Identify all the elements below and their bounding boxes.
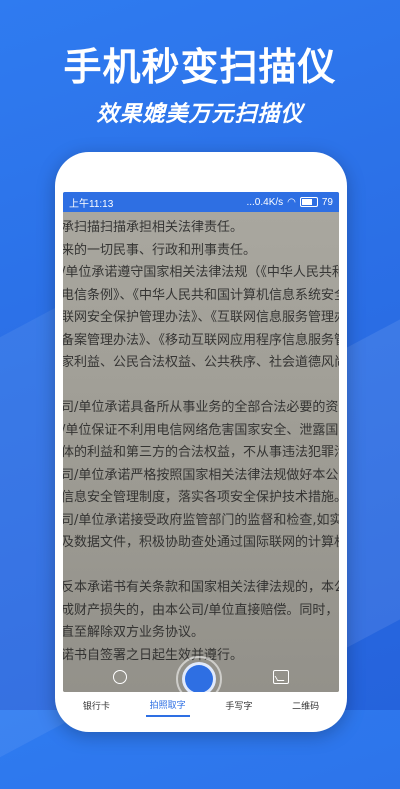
- document-line: 直至解除双方业务协议。: [63, 625, 205, 640]
- subheadline: 效果媲美万元扫描仪: [96, 101, 304, 126]
- status-time: 上午11:13: [69, 198, 114, 210]
- document-line: 联网安全保护管理办法》、《互联网信息服务管理办法》: [63, 310, 339, 325]
- document-line: 及数据文件，积极协助查处通过国际联网的计算机信息网: [63, 535, 339, 550]
- document-line: 体的利益和第三方的合法权益，不从事违法犯罪活动。: [63, 445, 339, 460]
- battery-icon: [299, 197, 318, 207]
- document-line: /单位承诺遵守国家相关法律法规（《中华人民共和国: [63, 265, 339, 280]
- tab-bank-card[interactable]: 银行卡: [79, 695, 114, 716]
- wifi-icon: ◠: [287, 196, 296, 208]
- flash-icon[interactable]: [113, 670, 127, 684]
- shutter-button[interactable]: [182, 662, 216, 692]
- document-line: 来的一切民事、行政和刑事责任。: [63, 242, 257, 258]
- document-line: 承扫描扫描承担相关法律责任。: [63, 220, 244, 235]
- document-line: 电信条例》、《中华人民共和国计算机信息系统安全保护: [63, 287, 339, 303]
- phone-mockup: 承扫描扫描承担相关法律责任。 来的一切民事、行政和刑事责任。 /单位承诺遵守国家相关…: [55, 152, 347, 732]
- document-line: /单位保证不利用电信网络危害国家安全、泄露国家秘: [63, 422, 339, 438]
- document-line: 司/单位承诺具备所从事业务的全部合法必要的资质条件。: [63, 400, 339, 415]
- document-line: 诺书自签署之日起生效并遵行。: [63, 647, 244, 663]
- tab-handwriting[interactable]: 手写字: [221, 695, 256, 716]
- network-speed: ...0.4K/s: [246, 196, 284, 208]
- mode-tabbar: 银行卡 拍照取字 手写字 二维码: [63, 692, 339, 718]
- document-line: 信息安全管理制度，落实各项安全保护技术措施。: [63, 490, 339, 505]
- document-line: 成财产损失的，由本公司/单位直接赔偿。同时，贵单位有: [63, 602, 339, 618]
- headline: 手机秒变扫描仪: [63, 47, 337, 89]
- document-line: 司/单位承诺严格按照国家相关法律法规做好本公司/单位: [63, 467, 339, 483]
- document-line: 家利益、公民合法权益、公共秩序、社会道德风尚和信: [63, 355, 339, 370]
- document-line: 反本承诺书有关条款和国家相关法律法规的，本公司/单位: [63, 580, 339, 595]
- scanned-document: 承扫描扫描承担相关法律责任。 来的一切民事、行政和刑事责任。 /单位承诺遵守国家相关…: [63, 212, 339, 692]
- document-line: 司/单位承诺接受政府监管部门的监督和检查,如实主动提: [63, 512, 339, 528]
- document-line: 备案管理办法》、《移动互联网应用程序信息服务管理: [63, 332, 339, 348]
- battery-level: 79: [321, 196, 333, 208]
- camera-preview: 承扫描扫描承担相关法律责任。 来的一切民事、行政和刑事责任。 /单位承诺遵守国家相关…: [63, 192, 339, 692]
- status-bar: 上午11:13 ...0.4K/s ◠ 79: [63, 192, 339, 212]
- tab-photo-ocr[interactable]: 拍照取字: [145, 694, 190, 717]
- tab-qr-code[interactable]: 二维码: [288, 695, 323, 716]
- status-indicators: ...0.4K/s ◠ 79: [246, 197, 333, 208]
- gallery-icon[interactable]: [273, 670, 289, 684]
